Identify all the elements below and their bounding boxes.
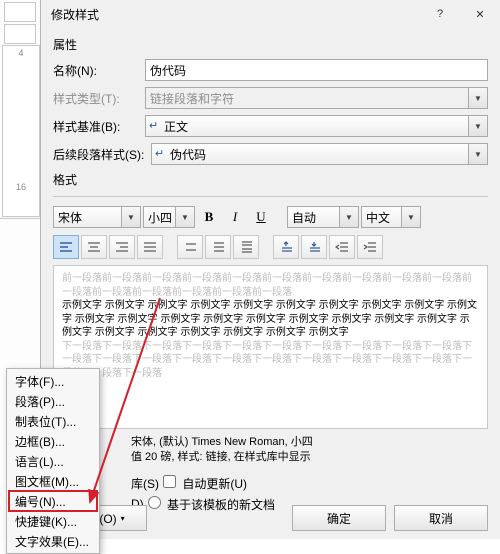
align-justify-button[interactable] — [137, 235, 163, 259]
label-basedon: 样式基准(B): — [53, 118, 145, 135]
chevron-down-icon[interactable]: ▼ — [468, 144, 487, 164]
preview-ghost-before: 前一段落前一段落前一段落前一段落前一段落前一段落前一段落前一段落前一段落前一段落… — [62, 272, 479, 299]
strip-block — [4, 2, 36, 22]
dialog-titlebar: 修改样式 ? ✕ — [41, 0, 500, 28]
space-before-dec-button[interactable] — [301, 235, 327, 259]
menu-shortcut[interactable]: 快捷键(K)... — [9, 511, 97, 531]
preview-sample-text: 示例文字 示例文字 示例文字 示例文字 示例文字 示例文字 示例文字 示例文字 … — [62, 299, 479, 340]
preview-ghost-after: 下一段落下一段落下一段落下一段落下一段落下一段落下一段落下一段落下一段落下一段落… — [62, 340, 479, 381]
align-center-button[interactable] — [81, 235, 107, 259]
section-formatting: 格式 — [53, 171, 488, 188]
menu-texteffect[interactable]: 文字效果(E)... — [9, 531, 97, 551]
align-right-button[interactable] — [109, 235, 135, 259]
menu-border[interactable]: 边框(B)... — [9, 431, 97, 451]
chevron-down-icon[interactable]: ▼ — [339, 207, 358, 227]
separator — [53, 196, 488, 197]
style-preview: 前一段落前一段落前一段落前一段落前一段落前一段落前一段落前一段落前一段落前一段落… — [53, 265, 488, 429]
menu-paragraph[interactable]: 段落(P)... — [9, 391, 97, 411]
menu-language[interactable]: 语言(L)... — [9, 451, 97, 471]
menu-tabs[interactable]: 制表位(T)... — [9, 411, 97, 431]
vertical-ruler: 4 16 — [2, 45, 40, 217]
close-button[interactable]: ✕ — [460, 0, 500, 28]
underline-button[interactable]: U — [249, 205, 273, 229]
following-style-select[interactable]: ↵ ▼ — [151, 143, 488, 165]
label-type: 样式类型(T): — [53, 90, 145, 107]
bold-button[interactable]: B — [197, 205, 221, 229]
chevron-down-icon[interactable]: ▼ — [401, 207, 420, 227]
based-on-select[interactable]: ↵ ▼ — [145, 115, 488, 137]
strip-block — [4, 24, 36, 44]
format-context-menu: 字体(F)... 段落(P)... 制表位(T)... 边框(B)... 语言(… — [6, 368, 100, 554]
menu-numbering[interactable]: 编号(N)... — [9, 491, 97, 511]
italic-button[interactable]: I — [223, 205, 247, 229]
paragraph-link-icon: ↵ — [155, 147, 164, 160]
ok-button[interactable]: 确定 — [292, 505, 386, 531]
indent-inc-button[interactable] — [357, 235, 383, 259]
name-input[interactable] — [145, 59, 488, 81]
paragraph-toolbar — [53, 235, 488, 259]
label-following: 后续段落样式(S): — [53, 146, 151, 163]
dialog-button-bar: 格式(O)▾ 确定 取消 — [41, 505, 500, 531]
cancel-button[interactable]: 取消 — [394, 505, 488, 531]
desc-line: 宋体, (默认) Times New Roman, 小四 — [131, 435, 480, 450]
help-button[interactable]: ? — [420, 0, 460, 28]
style-description: 宋体, (默认) Times New Roman, 小四 值 20 磅, 样式:… — [53, 429, 488, 471]
font-toolbar: ▼ ▼ B I U ▼ ▼ — [53, 205, 488, 229]
line-spacing-1-5-button[interactable] — [205, 235, 231, 259]
chevron-down-icon[interactable]: ▼ — [468, 116, 487, 136]
chevron-down-icon: ▼ — [468, 88, 487, 108]
align-left-button[interactable] — [53, 235, 79, 259]
font-lang-select[interactable]: ▼ — [361, 206, 421, 228]
font-family-select[interactable]: ▼ — [53, 206, 141, 228]
line-spacing-1-button[interactable] — [177, 235, 203, 259]
chevron-down-icon: ▾ — [121, 514, 125, 523]
menu-frame[interactable]: 图文框(M)... — [9, 471, 97, 491]
indent-dec-button[interactable] — [329, 235, 355, 259]
desc-line: 值 20 磅, 样式: 链接, 在样式库中显示 — [131, 450, 480, 465]
space-before-inc-button[interactable] — [273, 235, 299, 259]
auto-update-check[interactable]: 自动更新(U) — [163, 475, 247, 492]
font-color-select[interactable]: ▼ — [287, 206, 359, 228]
section-properties: 属性 — [53, 36, 488, 53]
style-type-select: ▼ — [145, 87, 488, 109]
options-row-1: 库(S) 自动更新(U) — [131, 475, 488, 492]
line-spacing-2-button[interactable] — [233, 235, 259, 259]
chevron-down-icon[interactable]: ▼ — [121, 207, 140, 227]
dialog-title: 修改样式 — [51, 6, 99, 23]
font-size-select[interactable]: ▼ — [143, 206, 195, 228]
modify-style-dialog: 修改样式 ? ✕ 属性 名称(N): 样式类型(T): ▼ 样式基准(B): ↵… — [40, 0, 500, 539]
menu-font[interactable]: 字体(F)... — [9, 371, 97, 391]
chevron-down-icon[interactable]: ▼ — [175, 207, 194, 227]
add-to-gallery-tail: 库(S) — [131, 475, 159, 492]
paragraph-mark-icon: ↵ — [149, 119, 158, 132]
label-name: 名称(N): — [53, 62, 145, 79]
